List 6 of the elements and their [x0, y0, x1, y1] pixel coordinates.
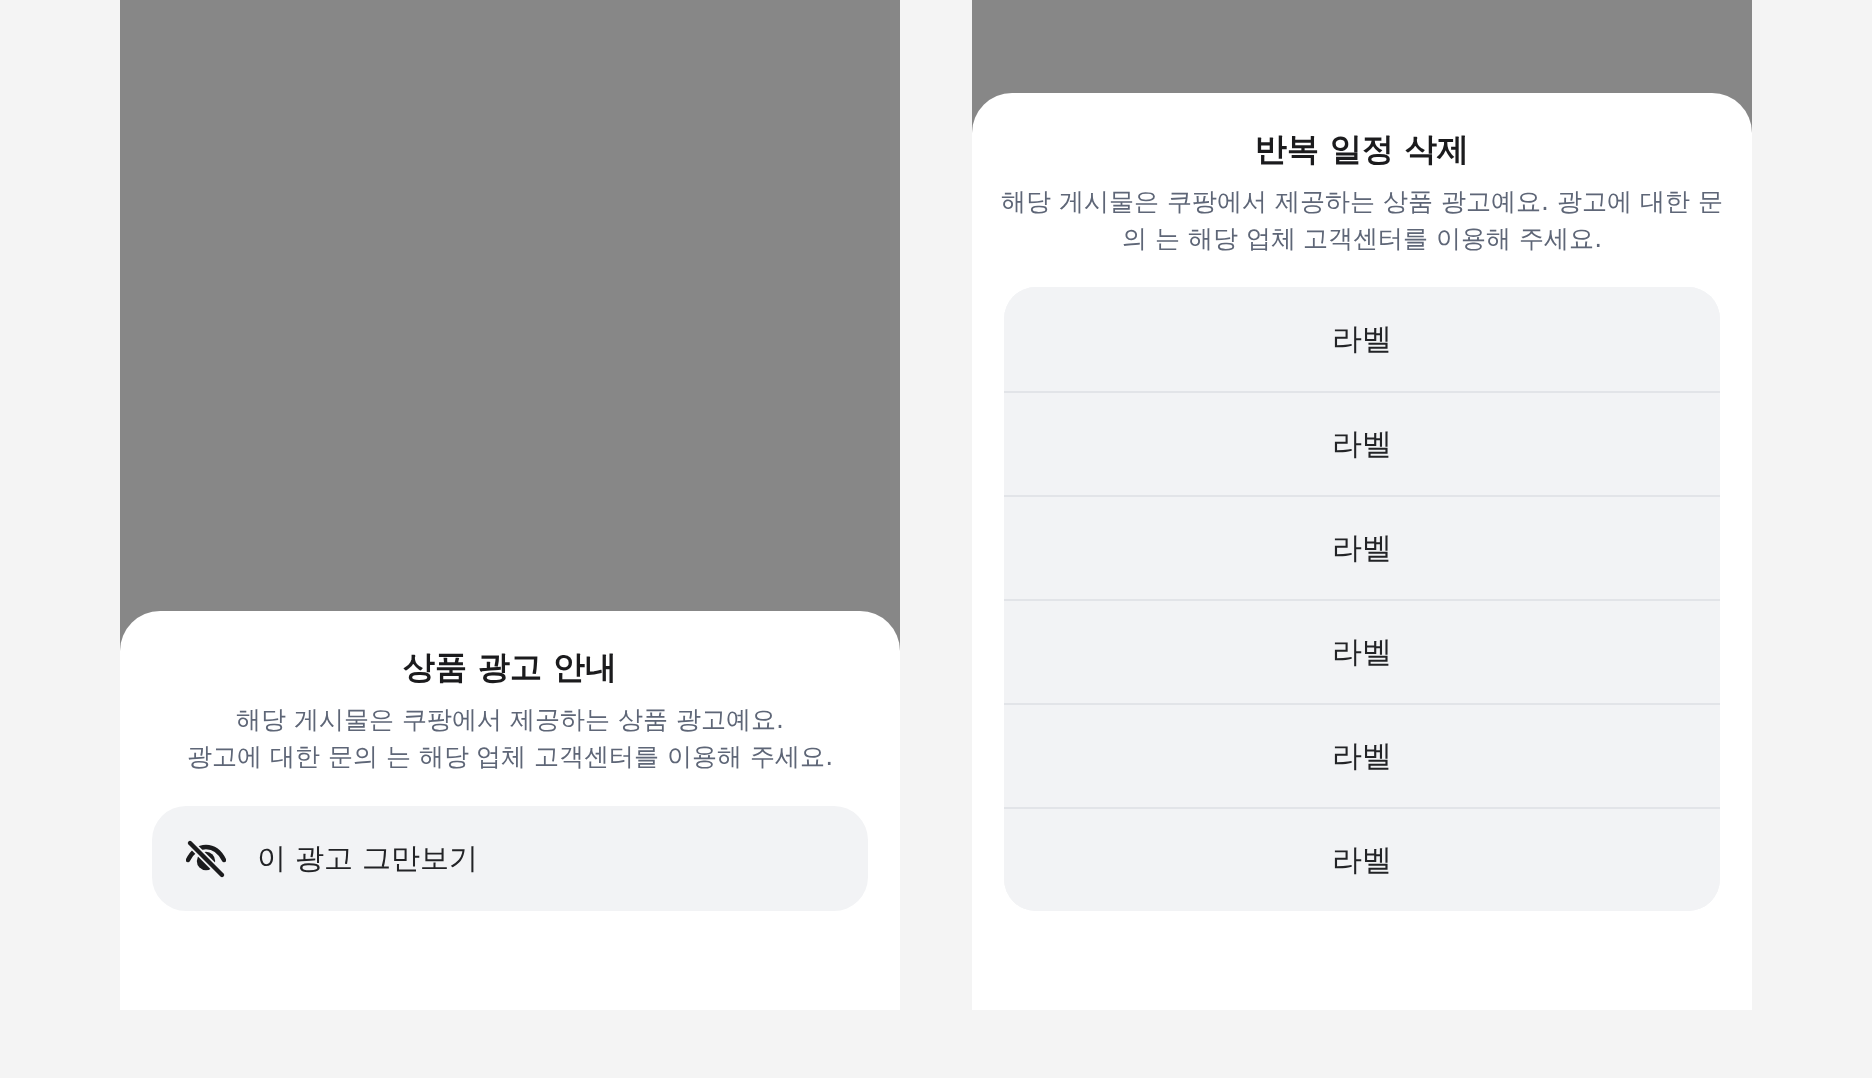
hide-ad-button[interactable]: 이 광고 그만보기: [152, 806, 868, 911]
sheet-description: 해당 게시물은 쿠팡에서 제공하는 상품 광고예요. 광고에 대한 문의 는 해당 업체 고객센터를 이용해 주세요.: [186, 704, 834, 773]
sheet-description: 해당 게시물은 쿠팡에서 제공하는 상품 광고예요. 광고에 대한 문 의 는 해당 업체 고객센터를 이용해 주세요.: [1001, 186, 1723, 255]
sheet-title: 반복 일정 삭제: [1254, 129, 1470, 170]
eye-slash-icon: [186, 838, 226, 879]
sheet-title: 상품 광고 안내: [402, 647, 618, 688]
